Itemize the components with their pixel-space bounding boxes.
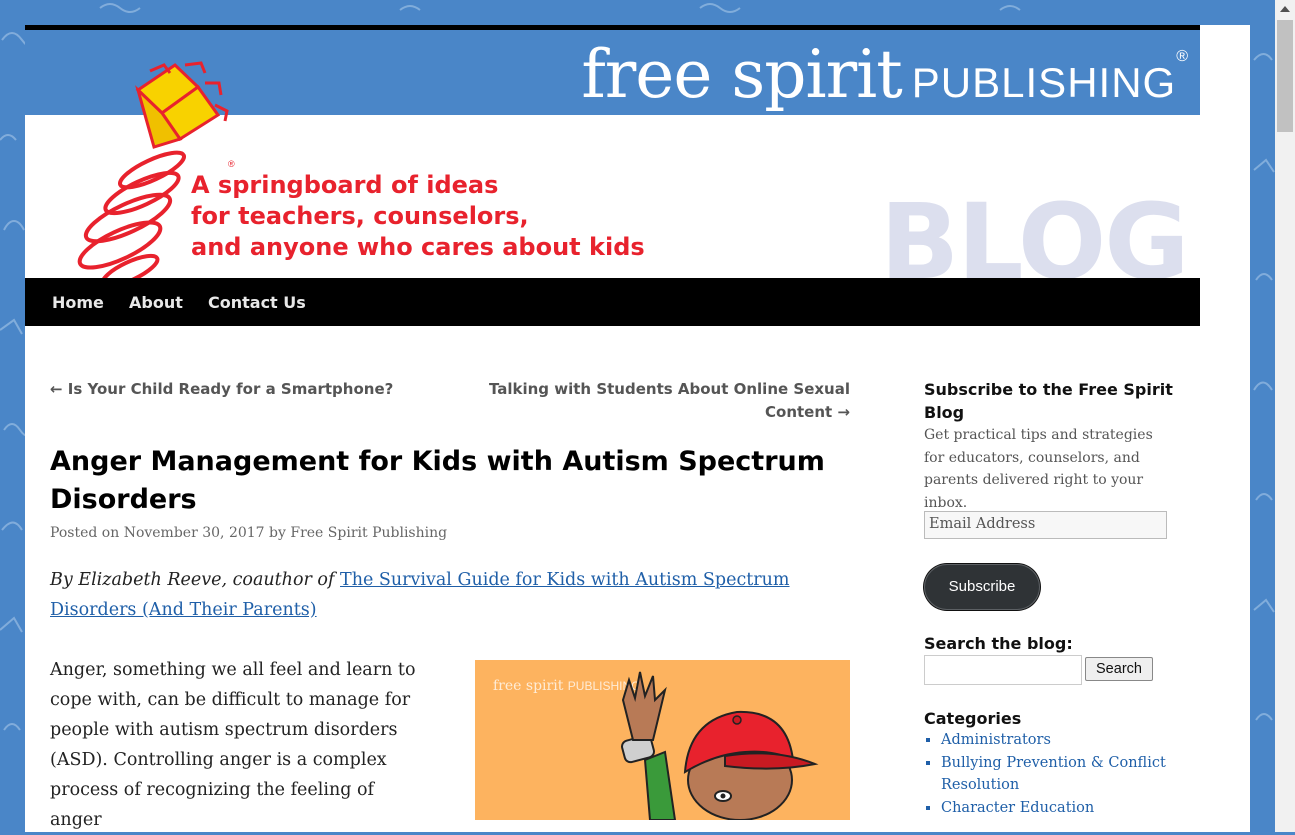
tagline-line-2: for teachers, counselors, [191,202,529,230]
category-item: Bullying Prevention & Conflict Resolutio… [941,752,1181,797]
previous-post-label[interactable]: ← Is Your Child Ready for a Smartphone? [50,380,393,398]
nav-item-home[interactable]: Home [52,293,104,312]
nav-item-contact-us[interactable]: Contact Us [208,293,306,312]
category-link-administrators[interactable]: Administrators [941,732,1051,748]
category-item: Character Education [941,797,1181,820]
brand-name-caps: PUBLISHING [911,59,1177,106]
sidebar-subscribe-widget: Subscribe to the Free Spirit Blog Get pr… [924,378,1174,514]
byline-prefix: By Elizabeth Reeve, coauthor of [50,570,335,590]
subscribe-heading: Subscribe to the Free Spirit Blog [924,380,1173,422]
scroll-up-arrow-icon[interactable] [1280,6,1290,12]
site-logo-wordmark: free spirit PUBLISHING® [581,36,1188,113]
scrollbar-thumb[interactable] [1277,20,1293,132]
cartoon-boy-illustration-icon [621,671,819,820]
post-meta: Posted on November 30, 2017 by Free Spir… [50,525,447,541]
categories-heading: Categories [924,709,1022,728]
svg-text:®: ® [228,159,235,169]
registered-mark: ® [1176,48,1188,65]
nav-item-about[interactable]: About [129,293,183,312]
subscribe-button[interactable]: Subscribe [924,564,1040,610]
posted-on-label: Posted on [50,525,120,541]
post-author-link[interactable]: Free Spirit Publishing [290,525,447,541]
site-tagline: A springboard of ideas for teachers, cou… [191,170,645,263]
vertical-scrollbar[interactable] [1275,0,1295,832]
by-label: by [269,525,286,541]
category-item: Administrators [941,729,1181,752]
tagline-line-1: A springboard of ideas [191,171,499,199]
category-link-character-education[interactable]: Character Education [941,800,1094,816]
post-title: Anger Management for Kids with Autism Sp… [50,446,825,515]
subscribe-description: Get practical tips and strategies for ed… [924,427,1153,511]
brand-name-script: free spirit [581,36,902,113]
post-date-link[interactable]: November 30, 2017 [124,525,265,541]
post-featured-image: free spirit PUBLISHING [475,660,850,820]
previous-post-link[interactable]: ← Is Your Child Ready for a Smartphone? [50,378,393,401]
main-navigation: Home About Contact Us [25,278,1200,326]
email-field[interactable]: Email Address [924,511,1167,539]
categories-list: Administrators Bullying Prevention & Con… [924,729,1181,819]
blog-watermark: BLOG [880,190,1188,278]
search-input[interactable] [924,655,1082,685]
category-link-bullying-prevention[interactable]: Bullying Prevention & Conflict Resolutio… [941,755,1166,794]
tagline-line-3: and anyone who cares about kids [191,233,645,261]
search-button[interactable]: Search [1085,657,1153,681]
next-post-label[interactable]: Talking with Students About Online Sexua… [489,380,850,421]
search-heading: Search the blog: [924,634,1073,653]
post-body-paragraph: Anger, something we all feel and learn t… [50,660,416,830]
next-post-link[interactable]: Talking with Students About Online Sexua… [480,378,850,424]
post-byline: By Elizabeth Reeve, coauthor of The Surv… [50,565,850,625]
